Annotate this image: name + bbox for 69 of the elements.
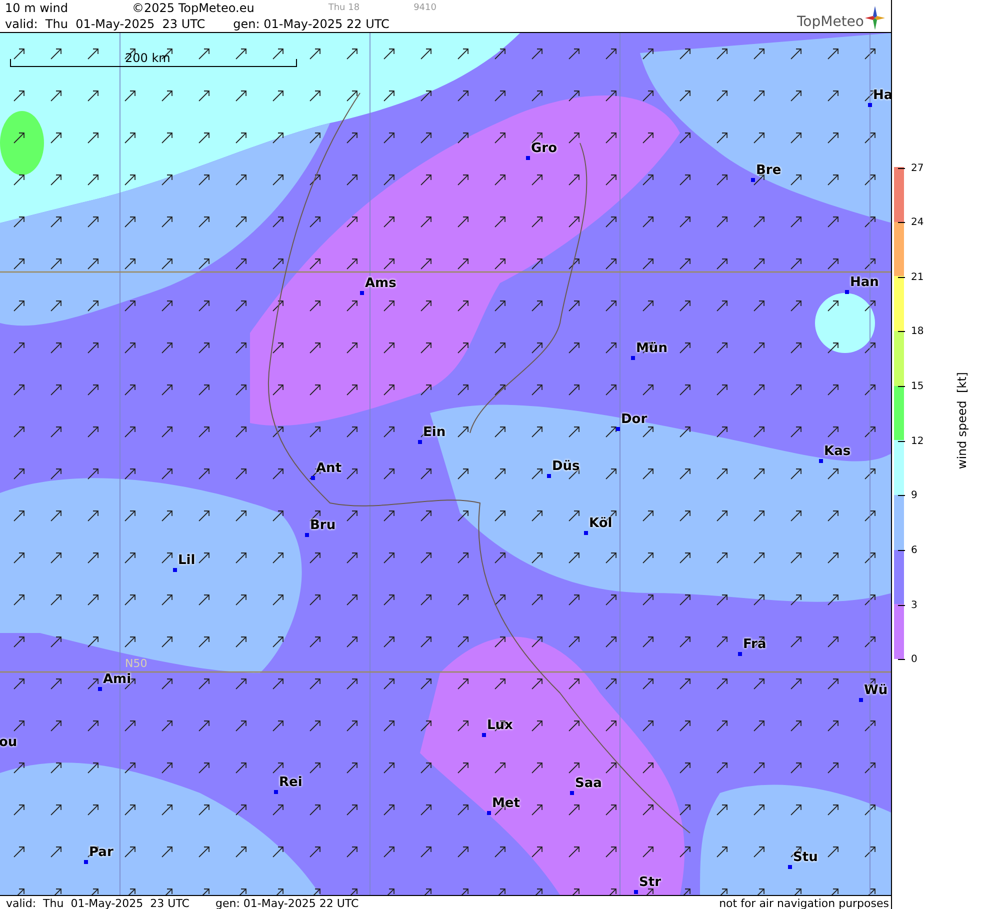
disclaimer: not for air navigation purposes: [719, 896, 889, 909]
city-marker-icon: [526, 156, 530, 160]
city-marker-icon: [547, 474, 551, 478]
scale-tick-label: 12: [911, 436, 924, 447]
city-label: Fra: [743, 637, 766, 652]
city-label: Han: [850, 275, 879, 290]
scale-tick-label: 27: [911, 162, 924, 174]
map-title: 10 m wind: [5, 1, 68, 15]
city-marker-icon: [634, 890, 638, 894]
scale-tick-label: 21: [911, 272, 924, 283]
city-label: Saa: [575, 776, 602, 791]
code-label: 9410: [414, 3, 436, 13]
scale-tick-label: 15: [911, 381, 924, 392]
city-label: Gro: [531, 141, 558, 156]
city-marker-icon: [868, 103, 872, 107]
city-marker-icon: [487, 811, 491, 815]
scale-tick-label: 6: [911, 545, 918, 556]
city-label: Rei: [279, 775, 302, 790]
city-marker-icon: [751, 178, 755, 182]
city-label: Ams: [365, 276, 396, 291]
city-label: Met: [492, 796, 520, 811]
legend-title: wind speed [kt]: [955, 372, 969, 470]
valid-time: valid: Thu 01-May-2025 23 UTC: [6, 896, 190, 909]
logo-text: TopMeteo: [797, 14, 864, 30]
city-label: Wü: [864, 683, 888, 698]
city-marker-icon: [788, 865, 792, 869]
scale-tick-label: 24: [911, 217, 924, 228]
city-marker-icon: [360, 291, 364, 295]
scale-tick-label: 18: [911, 326, 924, 338]
generated-time: gen: 01-May-2025 22 UTC: [233, 17, 390, 31]
compass-star-icon: [865, 6, 885, 30]
city-label: Köl: [589, 516, 612, 531]
generated-time: gen: 01-May-2025 22 UTC: [215, 896, 359, 909]
city-marker-icon: [274, 790, 278, 794]
city-label: Str: [639, 875, 661, 890]
city-marker-icon: [311, 476, 315, 480]
city-marker-icon: [570, 791, 574, 795]
city-marker-icon: [631, 356, 635, 360]
city-label: Ein: [423, 425, 446, 440]
city-marker-icon: [98, 687, 102, 691]
city-marker-icon: [859, 698, 863, 702]
city-label: Düs: [552, 459, 580, 474]
city-label: Lil: [178, 553, 196, 568]
city-label: Dor: [621, 412, 648, 427]
scale-label: 200 km: [125, 51, 170, 65]
city-marker-icon: [173, 568, 177, 572]
city-marker-icon: [616, 427, 620, 431]
city-marker-icon: [584, 531, 588, 535]
run-label: Thu 18: [328, 3, 360, 13]
city-marker-icon: [305, 533, 309, 537]
city-marker-icon: [845, 290, 849, 294]
city-label: Ami: [103, 672, 132, 687]
city-marker-icon: [819, 459, 823, 463]
valid-time: valid: Thu 01-May-2025 23 UTC: [5, 17, 206, 31]
scale-tick-label: 3: [911, 600, 918, 611]
city-marker-icon: [482, 733, 486, 737]
city-label: Bre: [756, 163, 782, 178]
city-label: Stu: [793, 850, 818, 865]
city-label: Par: [89, 845, 114, 860]
copyright: ©2025 TopMeteo.eu: [132, 1, 254, 15]
city-label: Bru: [310, 518, 336, 533]
city-marker-icon: [84, 860, 88, 864]
city-marker-icon: [738, 652, 742, 656]
scale-tick-label: 0: [911, 654, 918, 666]
city-marker-icon: [418, 440, 422, 444]
city-label: Ant: [316, 461, 342, 476]
latitude-label: N50: [125, 657, 148, 670]
scale-tick-label: 9: [911, 490, 918, 502]
city-label: Kas: [824, 444, 851, 459]
